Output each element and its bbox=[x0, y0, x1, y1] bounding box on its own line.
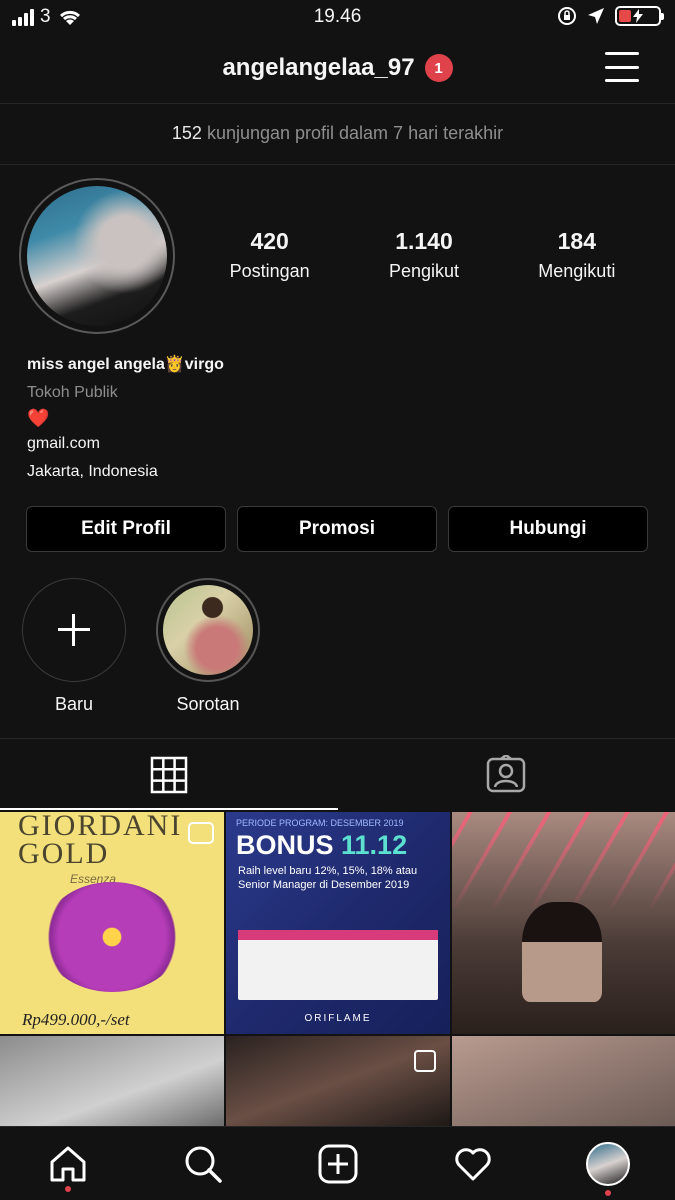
battery-icon bbox=[615, 6, 664, 26]
post-tile[interactable] bbox=[226, 1036, 450, 1128]
highlight-sorotan-label: Sorotan bbox=[176, 694, 240, 714]
stat-posts[interactable]: 420 Postingan bbox=[230, 228, 310, 282]
post-text: ORIFLAME bbox=[304, 1013, 372, 1024]
contact-button[interactable]: Hubungi bbox=[448, 506, 648, 552]
posts-grid: GIORDANI GOLD Essenza Rp499.000,-/set PE… bbox=[0, 812, 675, 1128]
stat-posts-value: 420 bbox=[250, 228, 289, 254]
edit-profile-button[interactable]: Edit Profil bbox=[26, 506, 226, 552]
profile-category: Tokoh Publik bbox=[27, 384, 118, 401]
profile-avatar-small bbox=[585, 1141, 630, 1186]
post-image bbox=[42, 882, 182, 992]
post-tile[interactable] bbox=[452, 1036, 675, 1128]
visits-text: kunjungan profil dalam 7 hari terakhir bbox=[206, 123, 504, 143]
grid-icon bbox=[150, 756, 187, 793]
multi-photo-icon bbox=[414, 1050, 436, 1072]
nav-home-dot bbox=[64, 1185, 71, 1192]
profile-avatar-ring[interactable] bbox=[19, 178, 175, 334]
profile-header: angelangelaa_97 1 bbox=[0, 36, 675, 104]
tagged-icon bbox=[487, 754, 526, 792]
tab-tagged[interactable] bbox=[338, 739, 675, 810]
post-tile[interactable] bbox=[452, 812, 675, 1034]
highlight-new[interactable]: Baru bbox=[22, 578, 126, 715]
heart-icon bbox=[454, 1147, 491, 1180]
stat-followers[interactable]: 1.140 Pengikut bbox=[389, 228, 459, 282]
search-icon bbox=[185, 1146, 222, 1183]
status-right bbox=[557, 6, 664, 26]
post-tile[interactable]: PERIODE PROGRAM: DESEMBER 2019 BONUS 11.… bbox=[226, 812, 450, 1034]
tab-grid[interactable] bbox=[0, 739, 338, 810]
nav-profile-dot bbox=[604, 1189, 611, 1196]
heart-emoji: ❤️ bbox=[27, 408, 50, 428]
post-text: Raih level baru 12%, 15%, 18% atau Senio… bbox=[238, 865, 418, 891]
profile-stats: 420 Postingan 1.140 Pengikut 184 Mengiku… bbox=[190, 228, 655, 282]
rotation-lock-icon bbox=[558, 7, 576, 25]
stat-following[interactable]: 184 Mengikuti bbox=[538, 228, 615, 282]
post-tile[interactable]: GIORDANI GOLD Essenza Rp499.000,-/set bbox=[0, 812, 224, 1034]
highlight-thumbnail bbox=[163, 585, 253, 675]
profile-location[interactable]: Jakarta, Indonesia bbox=[27, 463, 647, 481]
highlight-sorotan-circle[interactable] bbox=[156, 578, 260, 682]
profile-name: miss angel angela👸virgo bbox=[27, 356, 224, 373]
post-text: 11.12 bbox=[341, 830, 408, 860]
stat-followers-label: Pengikut bbox=[388, 261, 460, 281]
stat-following-value: 184 bbox=[557, 228, 596, 254]
header-title: angelangelaa_97 1 bbox=[0, 54, 675, 82]
nav-search[interactable] bbox=[173, 1134, 233, 1194]
highlight-new-label: Baru bbox=[54, 694, 94, 714]
post-text: BONUS bbox=[236, 830, 342, 860]
location-arrow-icon bbox=[588, 8, 604, 24]
profile-avatar[interactable] bbox=[27, 186, 167, 326]
nav-activity[interactable] bbox=[443, 1134, 503, 1194]
visits-count: 152 bbox=[171, 123, 202, 143]
post-text: BONUS 11.12 bbox=[236, 830, 407, 861]
profile-link[interactable]: gmail.com bbox=[27, 435, 647, 453]
post-text: Rp499.000,-/set bbox=[22, 1010, 130, 1029]
menu-line bbox=[605, 65, 639, 69]
highlight-new-circle[interactable] bbox=[22, 578, 126, 682]
profile-bio: miss angel angela👸virgo Tokoh Publik ❤️ … bbox=[27, 354, 647, 481]
bottom-nav bbox=[0, 1126, 675, 1200]
stat-posts-label: Postingan bbox=[229, 261, 310, 281]
nav-add[interactable] bbox=[308, 1134, 368, 1194]
home-icon bbox=[50, 1146, 85, 1181]
igtv-icon bbox=[188, 822, 214, 844]
username[interactable]: angelangelaa_97 bbox=[222, 54, 414, 82]
plus-icon bbox=[58, 614, 90, 646]
story-highlights: Baru Sorotan bbox=[22, 578, 260, 715]
nav-profile[interactable] bbox=[578, 1134, 638, 1196]
post-tile[interactable] bbox=[0, 1036, 224, 1128]
status-bar: 3 19.46 bbox=[0, 0, 675, 36]
stat-following-label: Mengikuti bbox=[538, 261, 616, 281]
profile-visits-bar[interactable]: 152 kunjungan profil dalam 7 hari terakh… bbox=[0, 105, 675, 165]
highlight-sorotan[interactable]: Sorotan bbox=[156, 578, 260, 715]
nav-home[interactable] bbox=[38, 1134, 98, 1194]
menu-line bbox=[605, 52, 639, 55]
post-text: PERIODE PROGRAM: DESEMBER 2019 bbox=[236, 818, 404, 828]
promote-button[interactable]: Promosi bbox=[237, 506, 437, 552]
post-table-image bbox=[238, 930, 438, 1000]
post-image bbox=[522, 902, 602, 1002]
stat-followers-value: 1.140 bbox=[395, 228, 453, 254]
add-post-icon bbox=[318, 1144, 357, 1183]
profile-actions: Edit Profil Promosi Hubungi bbox=[26, 506, 648, 552]
profile-tabs bbox=[0, 738, 675, 810]
menu-line bbox=[605, 79, 639, 82]
notification-badge[interactable]: 1 bbox=[424, 54, 453, 82]
menu-button[interactable] bbox=[605, 52, 639, 82]
